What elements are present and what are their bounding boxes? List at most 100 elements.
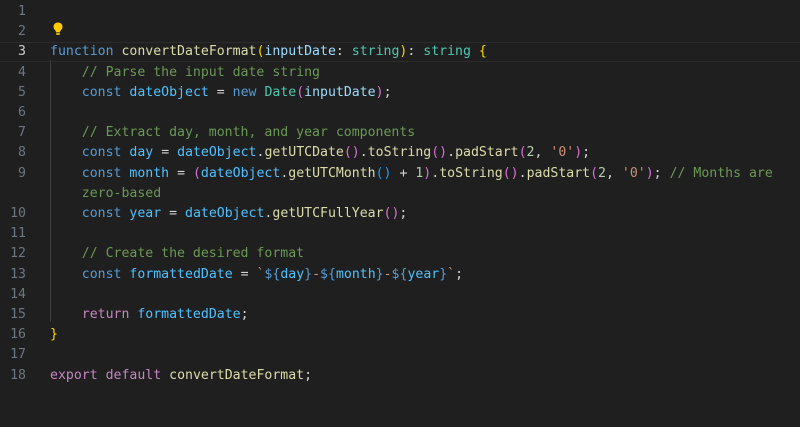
line-code: return formattedDate; [50, 305, 249, 325]
code-line[interactable]: zero-based [0, 184, 800, 204]
code-line[interactable]: 6 [0, 103, 800, 123]
code-line[interactable]: 18 export default convertDateFormat; [0, 366, 800, 386]
code-token: } [304, 266, 313, 282]
code-editor[interactable]: 1 2 3 function convertDateFormat ( inputDate:… [0, 0, 800, 427]
code-token: formattedDate [129, 266, 233, 282]
code-token: function [50, 44, 114, 60]
code-token: ; [399, 206, 408, 221]
code-line[interactable]: 12 // Create the desired format [0, 244, 800, 264]
code-token: return [81, 307, 130, 322]
line-number: 2 [18, 24, 26, 40]
code-line[interactable]: 10 const year = dateObject.getUTCFullYea… [0, 204, 800, 224]
code-token: string [423, 44, 471, 60]
code-line[interactable]: 1 [0, 2, 800, 22]
code-token: , [606, 165, 622, 181]
code-token: Date [264, 84, 297, 100]
code-token: getUTCDate [264, 145, 344, 161]
code-token: // Months are [669, 165, 773, 181]
code-token: month [129, 165, 170, 181]
code-token: - [383, 266, 392, 282]
line-number: 14 [10, 286, 26, 302]
code-line[interactable]: 17 [0, 345, 800, 365]
line-code: const day = dateObject.getUTCDate().toSt… [50, 143, 590, 163]
code-token: const [81, 165, 122, 181]
code-token: // Parse the input date string [81, 64, 320, 80]
code-token: . [431, 165, 440, 181]
code-token: '0' [621, 165, 646, 181]
code-token: + [391, 165, 416, 181]
code-line[interactable]: 4 // Parse the input date string [0, 63, 800, 83]
code-token: dateObject [185, 206, 265, 221]
code-token: } [375, 266, 384, 282]
line-number: 1 [18, 4, 26, 19]
code-token: getUTCMonth [288, 165, 376, 181]
code-token: ( [192, 165, 201, 181]
code-token: ; [653, 165, 662, 181]
line-number: 15 [10, 307, 26, 322]
code-token: ( [518, 145, 527, 161]
code-token: getUTCFullYear [272, 206, 384, 221]
code-line[interactable]: 14 [0, 285, 800, 305]
code-line[interactable]: 16} [0, 325, 800, 345]
code-token: const [81, 84, 122, 100]
code-token: ` [447, 266, 456, 282]
code-token: export [50, 367, 98, 383]
code-token: ${ [264, 266, 281, 282]
code-token: ) [375, 84, 384, 100]
code-token: padStart [526, 165, 591, 181]
code-token: () [502, 165, 519, 181]
code-token: // Extract day, month, and year componen… [81, 125, 416, 141]
line-number: 9 [18, 165, 26, 181]
line-code: zero-based [50, 184, 161, 204]
code-token: . [518, 165, 527, 181]
code-token: ; [582, 145, 591, 161]
code-token: year [129, 206, 162, 221]
code-line[interactable]: 15 return formattedDate; [0, 305, 800, 325]
code-line[interactable]: 8 const day = dateObject.getUTCDate().to… [0, 143, 800, 163]
code-token: = [161, 206, 186, 221]
code-token: () [431, 145, 448, 161]
line-code: const year = dateObject.getUTCFullYear()… [50, 204, 408, 224]
code-token: day [129, 145, 154, 161]
code-token: () [375, 165, 392, 181]
code-token: dateObject [200, 165, 281, 181]
code-line[interactable]: 13 const formattedDate = `${day}-${month… [0, 265, 800, 285]
code-token: convertDateFormat [169, 367, 305, 383]
code-line[interactable]: 3 function convertDateFormat(inputDate: s… [0, 42, 800, 63]
code-token: ( [590, 165, 599, 181]
code-token: dateObject [129, 84, 209, 100]
code-token: ; [304, 367, 313, 383]
code-line[interactable]: 7 // Extract day, month, and year compon… [0, 123, 800, 143]
code-token: formattedDate [137, 307, 241, 322]
code-token: new [232, 84, 257, 100]
code-token: inputDate [264, 44, 336, 60]
line-code: export default convertDateFormat; [50, 366, 312, 386]
code-line[interactable]: 11 [0, 224, 800, 244]
code-token: } [50, 327, 58, 343]
line-number: 3 [18, 44, 26, 60]
code-token: inputDate [304, 84, 376, 100]
code-token: ${ [391, 266, 408, 282]
code-line[interactable]: 5 const dateObject = new Date(inputDate)… [0, 83, 800, 103]
code-token: convertDateFormat [121, 44, 257, 60]
line-number: 8 [18, 145, 26, 161]
code-token: ; [383, 84, 392, 100]
code-token: const [81, 266, 122, 282]
line-number: 18 [10, 367, 26, 383]
code-token: - [312, 266, 321, 282]
code-line[interactable]: 2 [0, 22, 800, 42]
line-number: 6 [18, 105, 26, 120]
code-token: } [439, 266, 448, 282]
code-line[interactable]: 9 const month = (dateObject.getUTCMonth(… [0, 164, 800, 184]
line-number: 7 [18, 125, 26, 141]
code-token: ) [574, 145, 583, 161]
code-token: padStart [455, 145, 519, 161]
code-token: : [407, 44, 424, 60]
line-number: 5 [18, 84, 26, 100]
